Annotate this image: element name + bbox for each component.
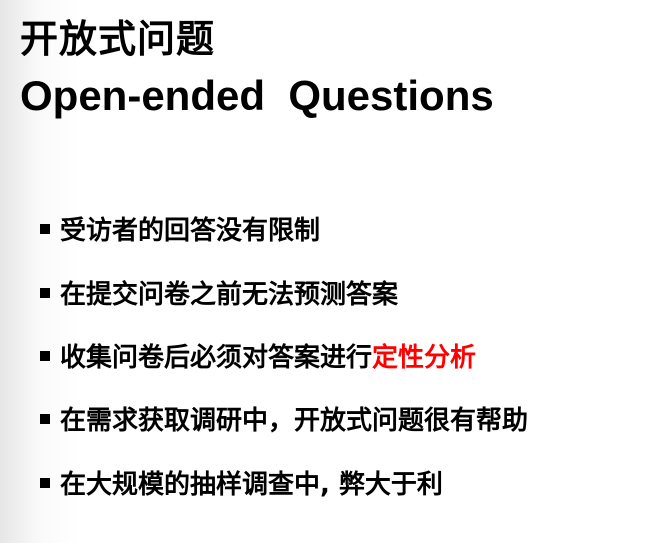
- square-bullet-icon: [40, 413, 50, 424]
- bullet-item: 在需求获取调研中，开放式问题很有帮助: [40, 400, 528, 437]
- bullet-item: 受访者的回答没有限制: [40, 210, 320, 247]
- square-bullet-icon: [40, 223, 50, 234]
- bullet-text: 在提交问卷之前无法预测答案: [60, 280, 399, 310]
- bullet-item: 在大规模的抽样调查中, 弊大于利: [40, 464, 443, 501]
- square-bullet-icon: [40, 350, 50, 361]
- bullet-text: 收集问卷后必须对答案进行: [60, 343, 373, 373]
- bullet-text: 在需求获取调研中，开放式问题很有帮助: [60, 406, 529, 436]
- square-bullet-icon: [40, 477, 50, 488]
- square-bullet-icon: [40, 287, 50, 298]
- bullet-item: 收集问卷后必须对答案进行 定性分析: [40, 337, 476, 374]
- bullet-item: 在提交问卷之前无法预测答案: [40, 274, 398, 311]
- bullet-text: 在大规模的抽样调查中, 弊大于利: [60, 470, 443, 500]
- slide-title-chinese: 开放式问题: [20, 17, 216, 61]
- bullet-text: 受访者的回答没有限制: [60, 216, 321, 246]
- bullet-highlight: 定性分析: [372, 343, 477, 373]
- slide-title-english: Open-ended Questions: [20, 72, 494, 119]
